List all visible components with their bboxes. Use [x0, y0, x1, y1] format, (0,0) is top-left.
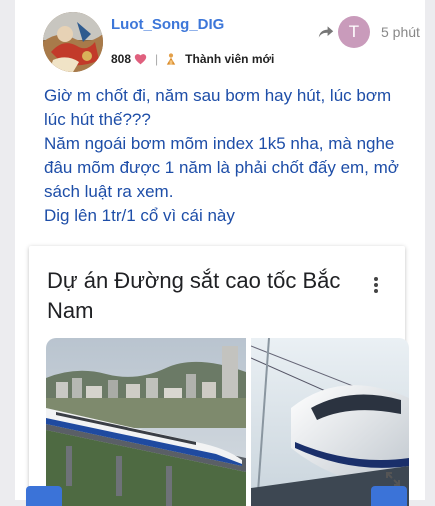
post-line-2: Năm ngoái bơm mõm index 1k5 nha, mà nghe… — [44, 134, 399, 201]
heart-icon — [134, 54, 147, 65]
reply-arrow-icon[interactable] — [318, 25, 334, 39]
train-bridge-image[interactable] — [46, 338, 246, 506]
author-stats: 808 | Thành viên mới — [111, 50, 274, 68]
like-count: 808 — [111, 52, 132, 66]
reply-to-avatar[interactable]: T — [338, 16, 370, 48]
new-member-badge-icon — [166, 53, 176, 65]
card-title[interactable]: Dự án Đường sắt cao tốc Bắc Nam — [47, 266, 347, 326]
author-username[interactable]: Luot_Song_DIG — [111, 16, 224, 33]
post-line-1: Giờ m chốt đi, năm sau bơm hay hút, lúc … — [44, 86, 392, 129]
left-action-button[interactable] — [26, 486, 62, 506]
author-avatar[interactable] — [43, 12, 103, 72]
more-vertical-icon[interactable] — [373, 276, 379, 294]
stats-separator: | — [155, 52, 159, 66]
right-action-button[interactable] — [371, 486, 407, 506]
post-body: Giờ m chốt đi, năm sau bơm hay hút, lúc … — [44, 84, 416, 228]
post-line-3: Dig lên 1tr/1 cổ vì cái này — [44, 206, 235, 225]
link-preview-card[interactable]: Dự án Đường sắt cao tốc Bắc Nam — [29, 246, 409, 506]
post-time[interactable]: 5 phút — [381, 24, 420, 40]
member-role: Thành viên mới — [185, 52, 275, 66]
